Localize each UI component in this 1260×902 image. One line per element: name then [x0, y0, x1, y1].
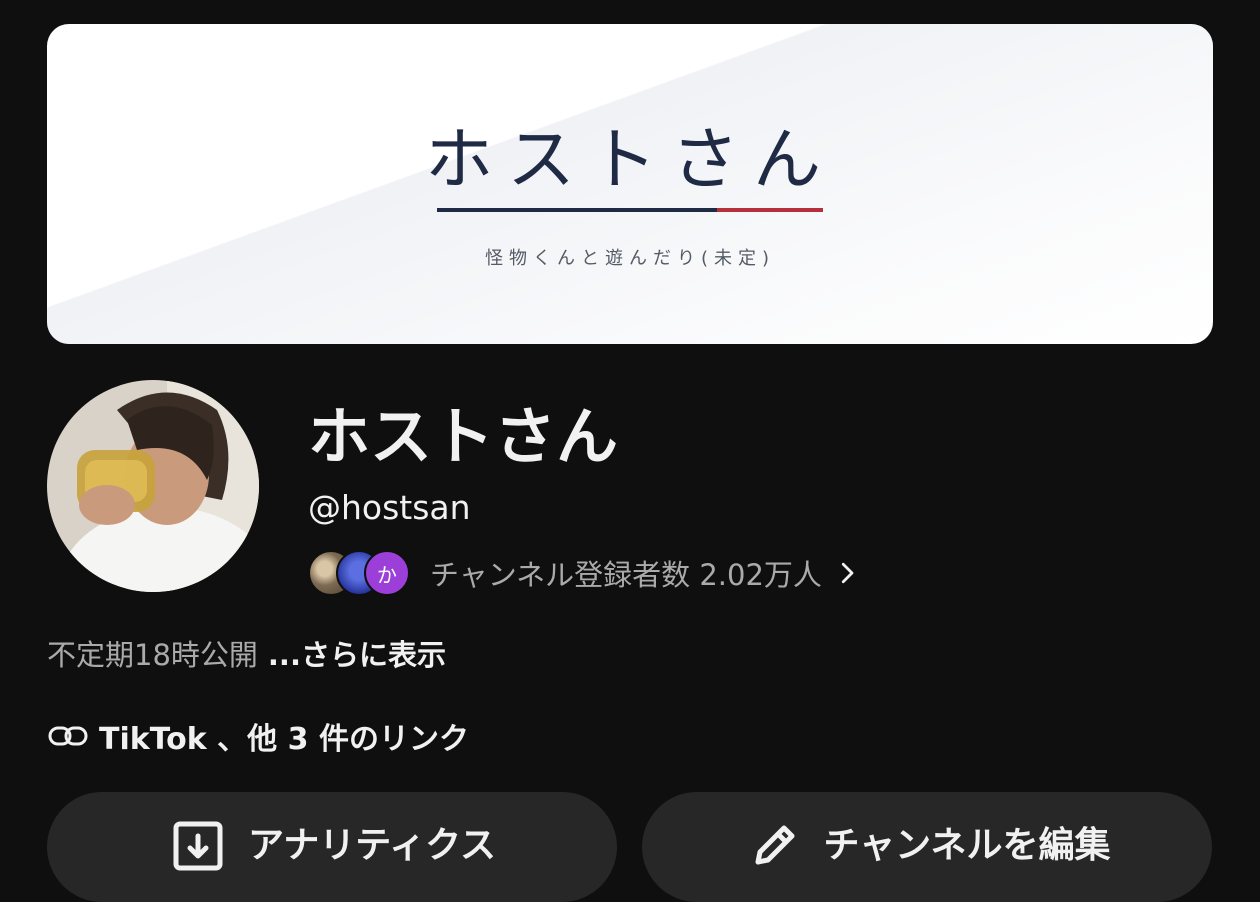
subscriber-avatar: か — [364, 550, 410, 596]
channel-banner[interactable]: ホストさん 怪物くんと遊んだり(未定) — [47, 24, 1213, 344]
channel-name: ホストさん — [308, 400, 619, 473]
analytics-label: アナリティクス — [247, 825, 497, 866]
link-icon — [48, 726, 88, 746]
channel-description[interactable]: 不定期18時公開 ...さらに表示 — [47, 632, 446, 674]
channel-handle: @hostsan — [308, 488, 471, 527]
show-more-link[interactable]: ...さらに表示 — [268, 638, 446, 672]
channel-links[interactable]: TikTok 、他 3 件のリンク — [47, 714, 469, 758]
links-text: TikTok 、他 3 件のリンク — [99, 722, 469, 757]
channel-avatar[interactable] — [47, 380, 259, 592]
banner-subtitle: 怪物くんと遊んだり(未定) — [484, 248, 776, 269]
subscriber-avatars: か — [308, 548, 418, 598]
pencil-icon — [755, 825, 795, 865]
analytics-button[interactable]: アナリティクス — [47, 792, 617, 902]
banner-line-red — [717, 208, 823, 212]
description-text: 不定期18時公開 — [47, 638, 258, 672]
edit-channel-label: チャンネルを編集 — [823, 825, 1111, 866]
edit-channel-button[interactable]: チャンネルを編集 — [642, 792, 1212, 902]
subscribers-count: チャンネル登録者数 2.02万人 — [430, 558, 822, 592]
subscribers-row[interactable]: か チャンネル登録者数 2.02万人 — [308, 548, 862, 598]
banner-line-navy — [437, 208, 717, 212]
chevron-right-icon — [841, 562, 854, 584]
analytics-icon — [173, 821, 223, 871]
banner-title: ホストさん — [424, 121, 835, 200]
avatar-photo — [47, 380, 259, 592]
